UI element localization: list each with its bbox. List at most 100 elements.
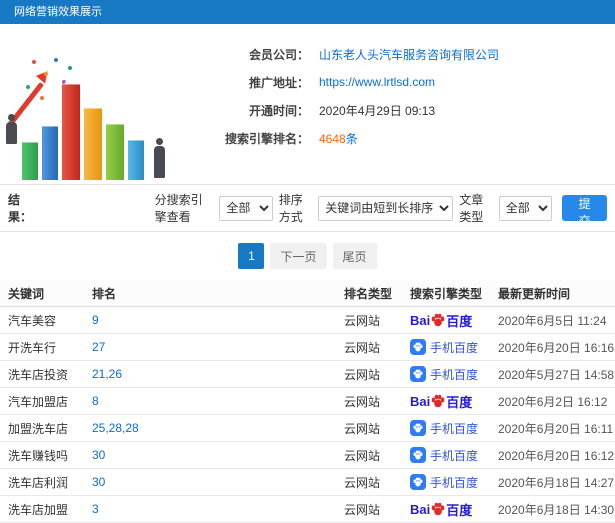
mobile-baidu-icon — [410, 366, 426, 382]
baidu-paw-icon — [413, 342, 423, 352]
baidu-paw-icon — [431, 502, 445, 516]
table-row: 汽车美容 9 云网站 Bai 百度 2020年6月5日 11:24 — [0, 307, 615, 334]
rank-link[interactable]: 30 — [92, 475, 105, 489]
table-row: 洗车店投资 21,26 云网站 手机百度 2020年5月27日 14:58 — [0, 361, 615, 388]
rank-link[interactable]: 8 — [92, 394, 99, 408]
rank-count-unit: 条 — [345, 131, 358, 146]
mobile-baidu-icon — [410, 339, 426, 355]
baidu-paw-icon — [413, 477, 423, 487]
mobile-baidu-icon — [410, 474, 426, 490]
mobile-baidu-logo: 手机百度 — [410, 474, 478, 491]
rank-link[interactable]: 21,26 — [92, 367, 122, 381]
info-row-company: 会员公司： 山东老人头汽车服务咨询有限公司 — [179, 40, 611, 68]
mobile-baidu-icon — [410, 447, 426, 463]
engine-select[interactable]: 全部 — [219, 195, 273, 221]
engine-type-cell: Bai 百度 — [410, 392, 498, 411]
baidu-paw-icon — [431, 394, 445, 408]
open-time-value: 2020年4月29日 09:13 — [319, 103, 436, 118]
keyword-cell: 汽车美容 — [8, 313, 57, 328]
engine-type-cell: Bai 百度 — [410, 500, 498, 519]
info-section: 会员公司： 山东老人头汽车服务咨询有限公司 推广地址： https://www.… — [0, 24, 615, 184]
article-type-select[interactable]: 全部 — [498, 195, 553, 221]
engine-filter-label: 分搜索引擎查看 — [154, 193, 203, 224]
rank-type-cell: 云网站 — [344, 421, 381, 436]
rank-link[interactable]: 25,28,28 — [92, 421, 139, 435]
updated-time-cell: 2020年6月5日 11:24 — [498, 313, 607, 328]
table-row: 开洗车行 27 云网站 手机百度 2020年6月20日 16:16 — [0, 334, 615, 361]
rank-link[interactable]: 9 — [92, 313, 99, 327]
updated-time-cell: 2020年5月27日 14:58 — [498, 367, 615, 382]
baidu-logo: Bai 百度 — [410, 501, 473, 518]
keyword-cell: 洗车赚钱吗 — [8, 448, 69, 463]
mobile-baidu-logo: 手机百度 — [410, 420, 478, 437]
rank-type-cell: 云网站 — [344, 448, 381, 463]
sort-select[interactable]: 关键词由短到长排序 — [318, 195, 454, 221]
rank-type-cell: 云网站 — [344, 502, 381, 517]
baidu-logo: Bai 百度 — [410, 393, 473, 410]
baidu-logo: Bai 百度 — [410, 312, 473, 329]
keyword-cell: 洗车店加盟 — [8, 502, 69, 517]
mobile-baidu-logo: 手机百度 — [410, 447, 478, 464]
mobile-baidu-icon — [410, 420, 426, 436]
header-updated: 最新更新时间 — [498, 286, 571, 301]
company-label: 会员公司： — [248, 47, 309, 62]
table-row: 洗车赚钱吗 30 云网站 手机百度 2020年6月20日 16:12 — [0, 442, 615, 469]
engine-type-cell: 手机百度 — [410, 366, 498, 383]
rank-count-number: 4648 — [319, 131, 346, 146]
header-engine-type: 搜索引擎类型 — [410, 286, 483, 301]
updated-time-cell: 2020年6月2日 16:12 — [498, 394, 608, 409]
baidu-paw-icon — [413, 450, 423, 460]
rank-count-label: 搜索引擎排名： — [224, 131, 309, 146]
decorative-chart-image — [4, 30, 179, 180]
next-page-button[interactable]: 下一页 — [270, 243, 327, 269]
person-figure-right — [154, 138, 165, 178]
engine-type-cell: 手机百度 — [410, 474, 498, 491]
info-row-url: 推广地址： https://www.lrtlsd.com — [179, 68, 611, 96]
keyword-cell: 洗车店投资 — [8, 367, 69, 382]
rank-link[interactable]: 30 — [92, 448, 105, 462]
updated-time-cell: 2020年6月20日 16:12 — [498, 448, 615, 463]
rank-type-cell: 云网站 — [344, 475, 381, 490]
baidu-paw-icon — [413, 369, 423, 379]
rank-type-cell: 云网站 — [344, 313, 381, 328]
info-row-open-time: 开通时间： 2020年4月29日 09:13 — [179, 96, 611, 124]
company-link[interactable]: 山东老人头汽车服务咨询有限公司 — [319, 46, 499, 63]
article-type-label: 文章类型 — [459, 193, 484, 224]
person-figure-left — [6, 114, 17, 144]
table-header-row: 关键词 排名 排名类型 搜索引擎类型 最新更新时间 — [0, 280, 615, 307]
keyword-cell: 加盟洗车店 — [8, 421, 69, 436]
table-body: 汽车美容 9 云网站 Bai 百度 2020年6月5日 11:24 开洗车行 27 云网站 手机百… — [0, 307, 615, 523]
updated-time-cell: 2020年6月18日 14:27 — [498, 475, 615, 490]
last-page-button[interactable]: 尾页 — [332, 243, 377, 269]
baidu-paw-icon — [431, 313, 445, 327]
keyword-cell: 洗车店利润 — [8, 475, 69, 490]
result-label: 结果： — [8, 193, 33, 224]
table-row: 加盟洗车店 25,28,28 云网站 手机百度 2020年6月20日 16:11 — [0, 415, 615, 442]
page-current[interactable]: 1 — [238, 243, 265, 269]
mobile-baidu-logo: 手机百度 — [410, 366, 478, 383]
page-title: 网络营销效果展示 — [0, 0, 615, 24]
header-rank-type: 排名类型 — [344, 286, 393, 301]
promotion-url-link[interactable]: https://www.lrtlsd.com — [319, 75, 435, 89]
header-rank: 排名 — [92, 286, 117, 301]
rank-type-cell: 云网站 — [344, 394, 381, 409]
sort-filter-label: 排序方式 — [278, 193, 303, 224]
pagination: 1 下一页 尾页 — [0, 232, 615, 280]
updated-time-cell: 2020年6月18日 14:30 — [498, 502, 615, 517]
baidu-paw-icon — [413, 423, 423, 433]
table-row: 洗车店利润 30 云网站 手机百度 2020年6月18日 14:27 — [0, 469, 615, 496]
rank-link[interactable]: 27 — [92, 340, 105, 354]
rank-type-cell: 云网站 — [344, 367, 381, 382]
url-label: 推广地址： — [248, 75, 309, 90]
submit-button[interactable]: 提交 — [562, 195, 608, 228]
header-keyword: 关键词 — [8, 286, 45, 301]
engine-type-cell: 手机百度 — [410, 447, 498, 464]
open-time-label: 开通时间： — [248, 103, 309, 118]
engine-type-cell: Bai 百度 — [410, 311, 498, 330]
info-row-rank-count: 搜索引擎排名： 4648条 — [179, 124, 611, 152]
filter-band: 结果： 分搜索引擎查看 全部 排序方式 关键词由短到长排序 文章类型 全部 提交 — [0, 184, 615, 232]
rank-link[interactable]: 3 — [92, 502, 99, 516]
rank-type-cell: 云网站 — [344, 340, 381, 355]
keyword-cell: 开洗车行 — [8, 340, 57, 355]
updated-time-cell: 2020年6月20日 16:11 — [498, 421, 614, 436]
